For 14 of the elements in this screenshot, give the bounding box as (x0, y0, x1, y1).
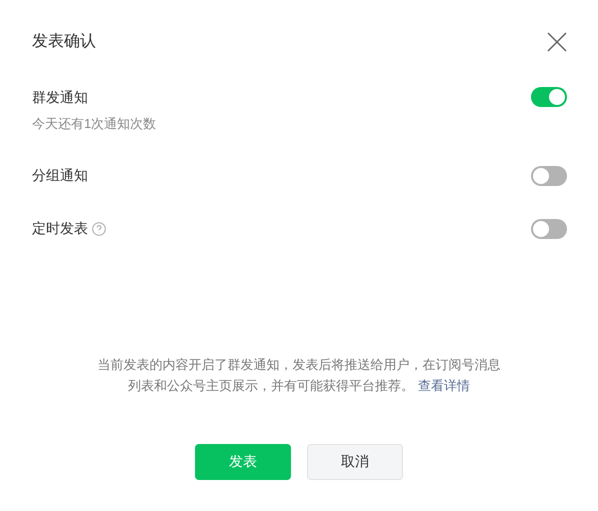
option-label: 定时发表 (32, 219, 88, 238)
toggle-switch[interactable] (531, 166, 567, 186)
toggle-switch[interactable] (531, 218, 567, 238)
option-subtitle: 今天还有1次通知次数 (32, 115, 158, 133)
dialog-title: 发表确认 (32, 32, 96, 52)
close-button[interactable] (546, 31, 568, 53)
toggle-switch[interactable] (531, 87, 567, 107)
close-icon (547, 32, 567, 52)
option-label: 分组通知 (32, 166, 88, 185)
help-icon[interactable] (92, 222, 106, 236)
notice-text: 当前发表的内容开启了群发通知，发表后将推送给用户，在订阅号消息列表和公众号主页展示，并有可能获得平台推荐。 查看详情 (96, 356, 502, 394)
cancel-button[interactable]: 取消 (307, 444, 403, 480)
details-link[interactable]: 查看详情 (418, 378, 470, 392)
option-label: 群发通知 (32, 88, 88, 106)
